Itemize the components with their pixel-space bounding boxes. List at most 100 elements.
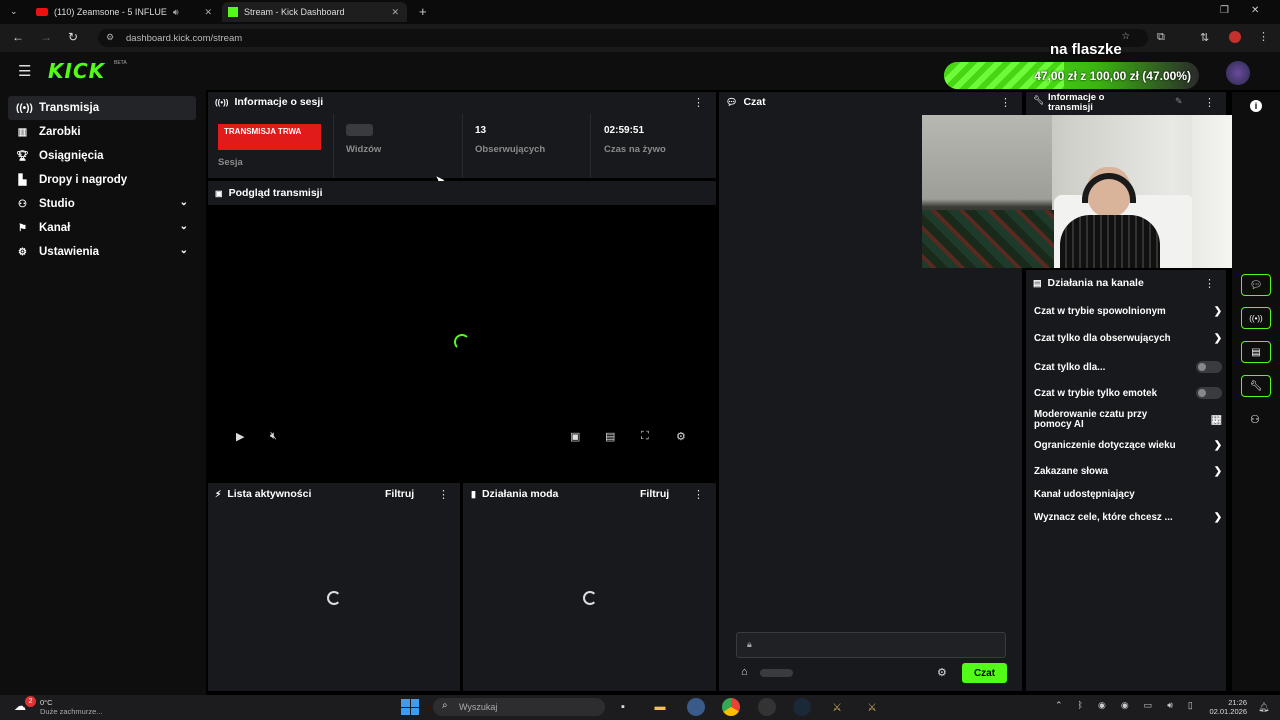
edit-pencil-icon[interactable]: ✎ [1175, 96, 1183, 107]
sidebar-item-transmisja[interactable]: ((•)) Transmisja [8, 96, 196, 120]
channel-action-ai-moderation[interactable]: Moderowanie czatu przy pomocy AI 📈︎ [1034, 410, 1222, 430]
close-tab-icon[interactable]: ✕ [391, 7, 399, 18]
pip-icon[interactable]: ▣ [570, 430, 580, 443]
system-tray: ⌃ ᛒ ◉ ◉ ▭ 🔊︎ ▯ [1055, 700, 1193, 711]
new-tab-button[interactable]: + [419, 4, 427, 19]
channel-action-set-goals[interactable]: Wyznacz cele, które chcesz ... ❯ [1034, 512, 1222, 523]
activity-filter-button[interactable]: Filtruj [385, 488, 414, 500]
chrome-icon[interactable] [722, 698, 740, 716]
tab-kick-dashboard[interactable]: Stream - Kick Dashboard ✕ [222, 2, 407, 22]
chevron-up-icon[interactable]: ⌃ [1055, 700, 1063, 711]
panel-title: Informacje o sesji [234, 96, 324, 108]
followers-label: Obserwujących [475, 144, 546, 155]
fullscreen-icon[interactable]: ⛶ [641, 430, 649, 443]
rail-chat-button[interactable]: 💬︎ [1241, 274, 1271, 296]
sidebar-item-studio[interactable]: ⚇ Studio ⌄ [8, 192, 196, 216]
site-info-icon[interactable]: ⚙ [106, 32, 114, 43]
sidebar-item-kanal[interactable]: ⚑ Kanał ⌄ [8, 216, 196, 240]
forward-icon[interactable]: → [40, 30, 52, 44]
bookmark-star-icon[interactable]: ☆ [1121, 31, 1130, 42]
back-icon[interactable]: ← [12, 30, 24, 44]
store-icon[interactable]: ⌂ [741, 666, 748, 678]
gift-icon: ▙ [18, 174, 27, 186]
game-icon[interactable]: ⚔ [863, 698, 881, 716]
sidebar-item-label: Ustawienia [39, 246, 100, 258]
chat-settings-icon[interactable]: ⚙ [937, 666, 947, 679]
sidebar-item-ustawienia[interactable]: ⚙ Ustawienia ⌄ [8, 240, 196, 264]
close-window-icon[interactable]: ✕ [1251, 5, 1259, 16]
address-input[interactable]: ⚙ dashboard.kick.com/stream ☆ [98, 29, 1148, 47]
sidebar-item-dropy[interactable]: ▙ Dropy i nagrody [8, 168, 196, 192]
uptime-label: Czas na żywo [604, 144, 666, 155]
kick-logo[interactable]: KICK [48, 59, 105, 83]
sidebar-item-label: Osiągnięcia [39, 150, 104, 162]
goal-progress-bar: 47,00 zł z 100,00 zł (47.00%) [944, 62, 1199, 89]
action-label: Moderowanie czatu przy pomocy AI [1034, 409, 1148, 430]
reload-icon[interactable]: ↻ [68, 30, 78, 44]
taskbar-search-input[interactable]: ⌕ Wyszukaj [433, 698, 605, 716]
channel-action-sharing-channel[interactable]: Kanał udostępniający [1034, 489, 1222, 500]
volume-icon[interactable]: 🔊︎ [1167, 700, 1173, 711]
sidebar-item-osiagniecia[interactable]: 🏆︎ Osiągnięcia [8, 144, 196, 168]
chevron-down-icon: ⌄ [179, 245, 188, 256]
toggle-switch[interactable] [1196, 361, 1222, 373]
theater-icon[interactable]: ▤ [605, 430, 615, 443]
goal-overlay-title: na flaszke [1050, 41, 1122, 58]
panel-title: Czat [743, 96, 766, 108]
steam-icon[interactable] [793, 698, 811, 716]
viewers-label: Widzów [346, 144, 382, 155]
rail-add-widget-icon[interactable]: ⚇ [1250, 413, 1260, 426]
chat-bubble-icon: 💬︎ [1249, 279, 1263, 291]
hamburger-menu-icon[interactable]: ☰ [18, 62, 31, 80]
preview-header: ▣ Podgląd transmisji [215, 187, 323, 199]
more-options-icon[interactable]: ⋮ [693, 96, 704, 109]
bluetooth-icon[interactable]: ᛒ [1078, 700, 1083, 711]
profile-avatar[interactable] [1229, 31, 1241, 43]
close-tab-icon[interactable]: ✕ [204, 7, 212, 18]
channel-action-followers-only[interactable]: Czat tylko dla obserwujących ❯ [1034, 333, 1222, 344]
file-explorer-icon[interactable]: ▬ [651, 698, 669, 716]
sidebar-item-zarobki[interactable]: ▥ Zarobki [8, 120, 196, 144]
windows-start-icon[interactable] [401, 699, 419, 715]
more-options-icon[interactable]: ⋮ [438, 488, 449, 501]
broadcast-icon: ((•)) [1249, 313, 1263, 323]
player-settings-icon[interactable]: ⚙ [676, 430, 686, 443]
action-label: Wyznacz cele, które chcesz ... [1034, 512, 1173, 523]
more-options-icon[interactable]: ⋮ [693, 488, 704, 501]
chat-input[interactable]: 🔒︎ [736, 632, 1006, 658]
mod-actions-filter-button[interactable]: Filtruj [640, 488, 669, 500]
rail-stream-info-button[interactable]: 🔧︎ [1241, 375, 1271, 397]
chevron-right-icon: ❯ [1213, 512, 1222, 523]
info-icon[interactable]: i [1250, 100, 1262, 112]
channel-action-banned-words[interactable]: Zakazane słowa ❯ [1034, 466, 1222, 477]
toggle-switch[interactable] [1196, 387, 1222, 399]
notifications-icon[interactable]: 🔔︎ [1258, 702, 1269, 713]
app-tray-icon[interactable]: ◉ [1121, 700, 1129, 711]
game-icon[interactable]: ⚔ [828, 698, 846, 716]
menu-icon[interactable]: ⋮ [1258, 30, 1269, 43]
more-options-icon[interactable]: ⋮ [1204, 96, 1215, 109]
tab-youtube[interactable]: (110) Zeamsone - 5 INFLUE 🔊︎ ✕ [30, 2, 220, 22]
user-avatar[interactable] [1226, 61, 1250, 85]
extensions-icon[interactable]: ⧉ [1157, 31, 1165, 44]
tab-list-chevron-icon[interactable]: ⌄ [10, 6, 18, 17]
channel-action-slow-mode[interactable]: Czat w trybie spowolnionym ❯ [1034, 306, 1222, 317]
mute-icon[interactable]: 🔇︎ [270, 430, 277, 443]
more-options-icon[interactable]: ⋮ [1000, 96, 1011, 109]
channel-action-age-restriction[interactable]: Ograniczenie dotyczące wieku ❯ [1034, 440, 1222, 451]
rail-broadcast-button[interactable]: ((•)) [1241, 307, 1271, 329]
downloads-icon[interactable]: ⇅ [1200, 31, 1209, 44]
play-icon[interactable]: ▶ [236, 430, 244, 443]
rail-channel-actions-button[interactable]: ▤ [1241, 341, 1271, 363]
battery-icon[interactable]: ▯ [1188, 700, 1193, 711]
chevron-right-icon: ❯ [1213, 440, 1222, 451]
more-options-icon[interactable]: ⋮ [1204, 277, 1215, 290]
app-icon[interactable] [687, 698, 705, 716]
network-icon[interactable]: ▭ [1144, 700, 1153, 711]
send-chat-button[interactable]: Czat [962, 663, 1007, 683]
sidebar-item-label: Transmisja [39, 102, 100, 114]
app-tray-icon[interactable]: ◉ [1098, 700, 1106, 711]
restore-icon[interactable]: ❐ [1220, 5, 1229, 16]
app-icon[interactable] [758, 698, 776, 716]
task-view-icon[interactable]: ▪ [614, 698, 632, 716]
